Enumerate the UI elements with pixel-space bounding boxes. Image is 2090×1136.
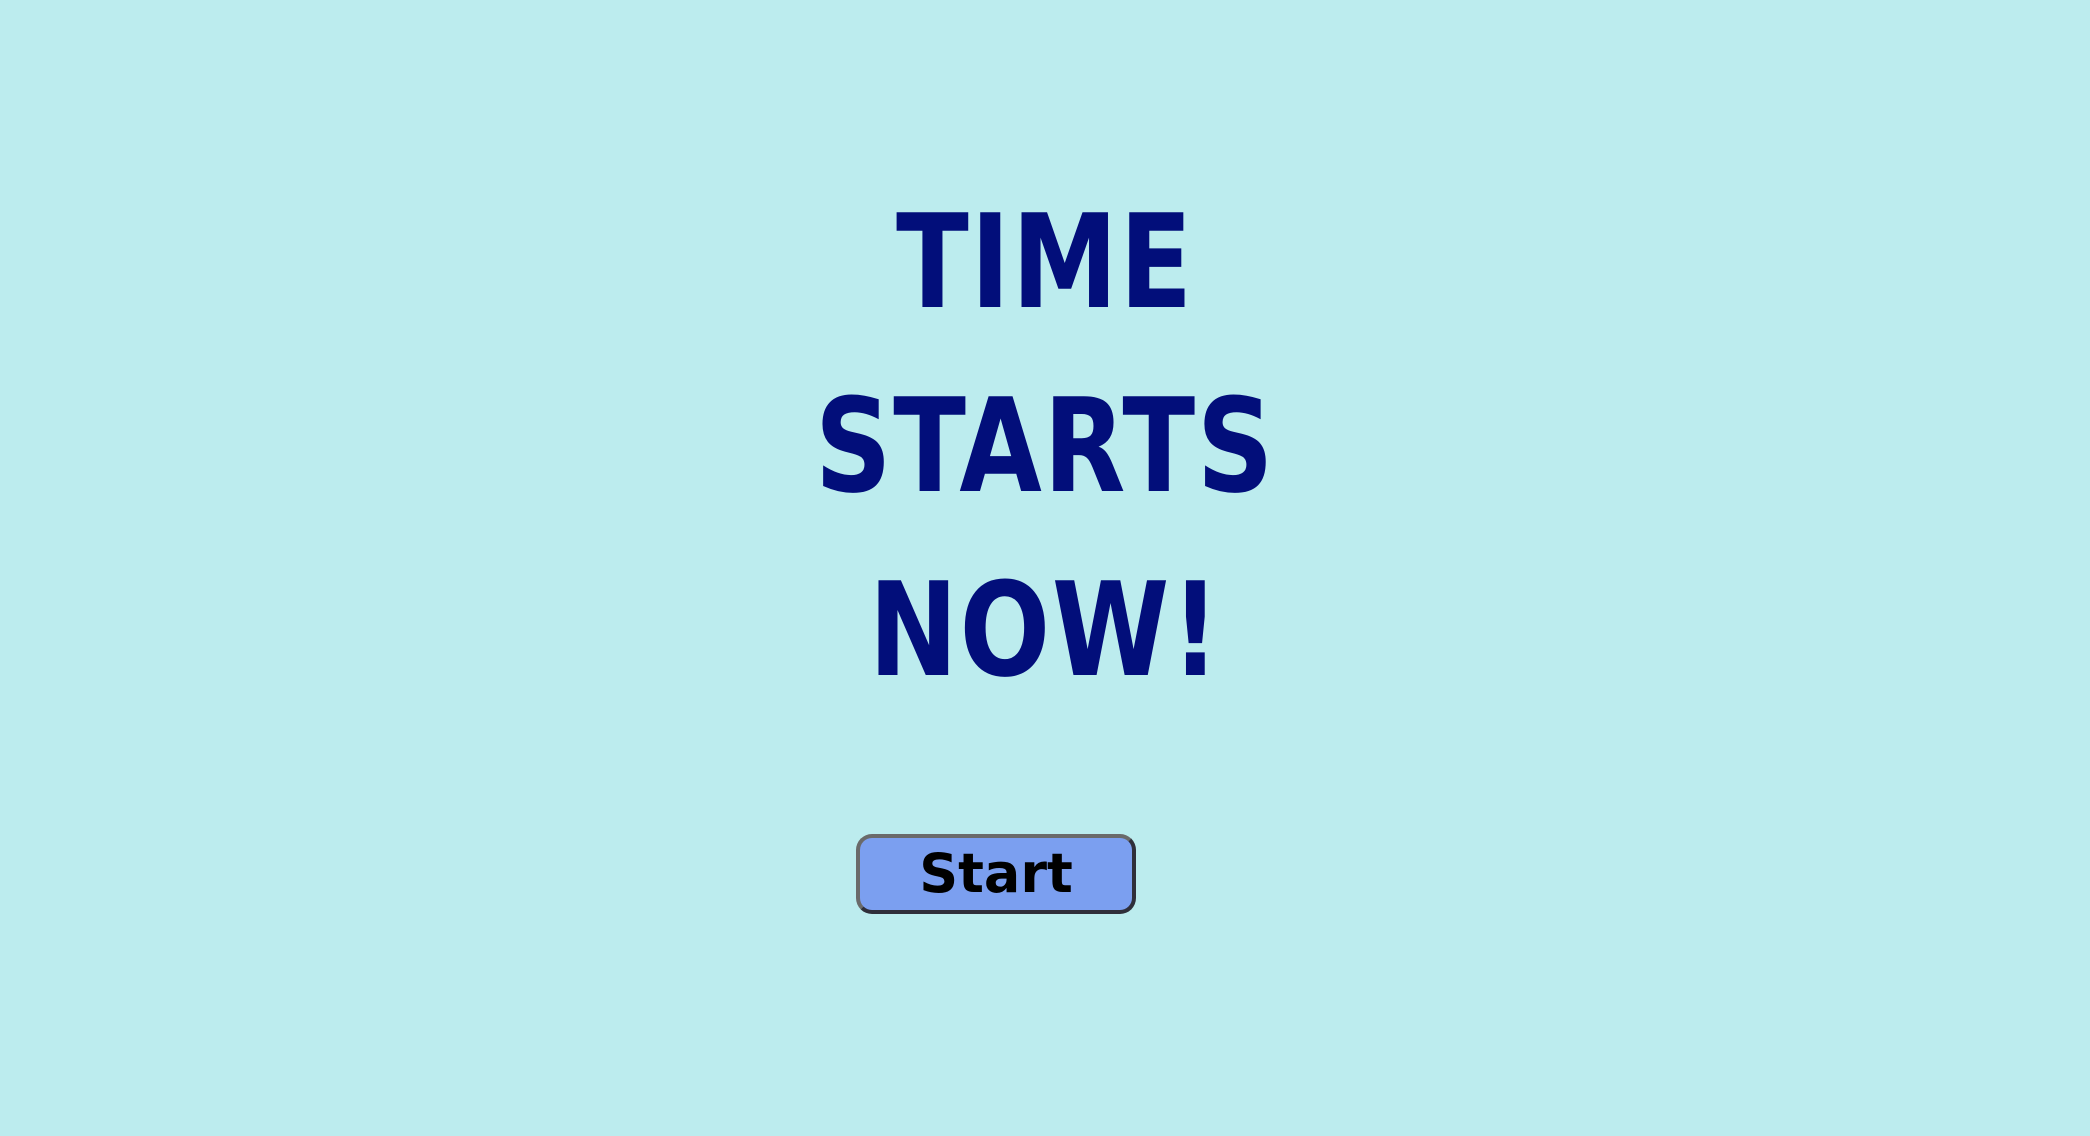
start-button[interactable]: Start xyxy=(856,834,1136,914)
title-line-1: TIME xyxy=(896,186,1194,338)
title-line-2: STARTS xyxy=(814,370,1276,522)
page-title: TIME STARTS NOW! xyxy=(0,170,2090,722)
title-line-3: NOW! xyxy=(868,554,1222,706)
start-screen: TIME STARTS NOW! Start xyxy=(0,0,2090,1136)
